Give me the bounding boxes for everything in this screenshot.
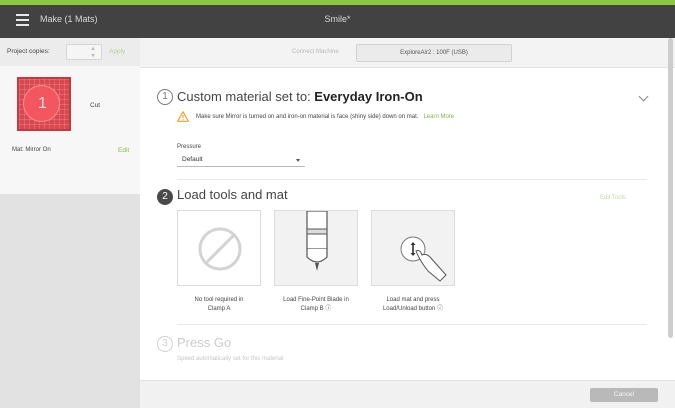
step-3-number: 3 xyxy=(157,336,173,352)
step-1-number: 1 xyxy=(157,89,173,105)
step-3-subtitle: Speed automatically set for this materia… xyxy=(177,356,284,362)
pressure-label: Pressure xyxy=(177,144,202,150)
main-panel: Connect Machine ExploreAir2 : 100F (USB)… xyxy=(140,38,675,380)
tool-caption-load-mat: Load mat and press Load/Unload button ⓘ xyxy=(358,296,468,313)
step-3-title: Press Go xyxy=(177,335,232,350)
step-2-title: Load tools and mat xyxy=(177,187,288,202)
step-1-title: Custom material set to: Everyday Iron-On xyxy=(177,89,423,104)
mat-preview-shape: 1 xyxy=(23,85,60,122)
warning-icon xyxy=(177,111,189,122)
tool-card-clamp-a xyxy=(177,210,261,286)
vertical-scrollbar[interactable] xyxy=(668,38,673,338)
step-divider xyxy=(177,324,647,325)
connect-machine-label: Connect Machine xyxy=(292,49,339,55)
stepper-up-icon[interactable] xyxy=(91,47,95,50)
cancel-button[interactable]: Cancel xyxy=(590,388,658,402)
mat-thumbnail[interactable]: 1 xyxy=(17,77,71,131)
project-copies-input[interactable] xyxy=(66,44,102,60)
fine-point-blade-icon xyxy=(306,210,328,271)
pressure-select[interactable]: Default xyxy=(177,153,305,167)
step-1-title-prefix: Custom material set to: xyxy=(177,89,315,104)
tool-caption-line2[interactable]: Load/Unload button ⓘ xyxy=(358,305,468,314)
pressure-value: Default xyxy=(182,156,203,163)
tool-caption-line2: Clamp A xyxy=(207,305,231,312)
mat-edit-link[interactable]: Edit xyxy=(118,147,129,154)
apply-button[interactable]: Apply xyxy=(109,48,125,55)
step-2-number: 2 xyxy=(157,189,173,205)
machine-selector[interactable]: ExploreAir2 : 100F (USB) xyxy=(356,44,512,62)
learn-more-link[interactable]: Learn More xyxy=(423,114,454,120)
tool-caption-line1: No tool required in xyxy=(194,297,244,303)
project-copies-row: Project copies: Apply xyxy=(0,38,140,66)
title-bar: Make (1 Mats) Smile* xyxy=(0,5,675,38)
chevron-down-icon[interactable] xyxy=(638,91,649,102)
tool-caption-line1: Load mat and press xyxy=(386,297,440,303)
tool-caption-line1: Load Fine-Point Blade in xyxy=(283,297,349,303)
mat-number: 1 xyxy=(38,95,47,112)
tool-card-load-mat xyxy=(371,210,455,286)
project-title: Smile* xyxy=(324,14,351,24)
step-divider xyxy=(177,179,647,180)
connect-bar: Connect Machine ExploreAir2 : 100F (USB) xyxy=(140,38,675,68)
project-copies-label: Project copies: xyxy=(7,48,50,55)
no-tool-icon xyxy=(198,227,242,271)
tool-caption-clamp-a: No tool required in Clamp A xyxy=(164,296,274,313)
mat-mirror-status: Mat: Mirror On xyxy=(12,147,51,153)
tool-caption-line2[interactable]: Clamp B ⓘ xyxy=(261,305,371,314)
mat-card[interactable]: 1 Cut Mat: Mirror On Edit xyxy=(0,66,140,194)
tool-caption-clamp-b: Load Fine-Point Blade in Clamp B ⓘ xyxy=(261,296,371,313)
stepper-down-icon[interactable] xyxy=(91,54,95,57)
mirror-warning-text: Make sure Mirror is turned on and iron-o… xyxy=(196,114,419,120)
footer-bar: Cancel xyxy=(140,380,675,408)
edit-tools-link[interactable]: Edit Tools xyxy=(600,195,626,201)
material-name: Everyday Iron-On xyxy=(314,89,423,104)
tool-card-clamp-b xyxy=(274,210,358,286)
mat-sidebar: Project copies: Apply 1 Cut Mat: Mirror … xyxy=(0,38,140,408)
caret-down-icon xyxy=(296,159,300,162)
load-button-icon xyxy=(400,236,447,282)
mat-action-label: Cut xyxy=(90,102,101,109)
copies-stepper[interactable] xyxy=(91,47,95,57)
mirror-warning: Make sure Mirror is turned on and iron-o… xyxy=(196,114,454,120)
